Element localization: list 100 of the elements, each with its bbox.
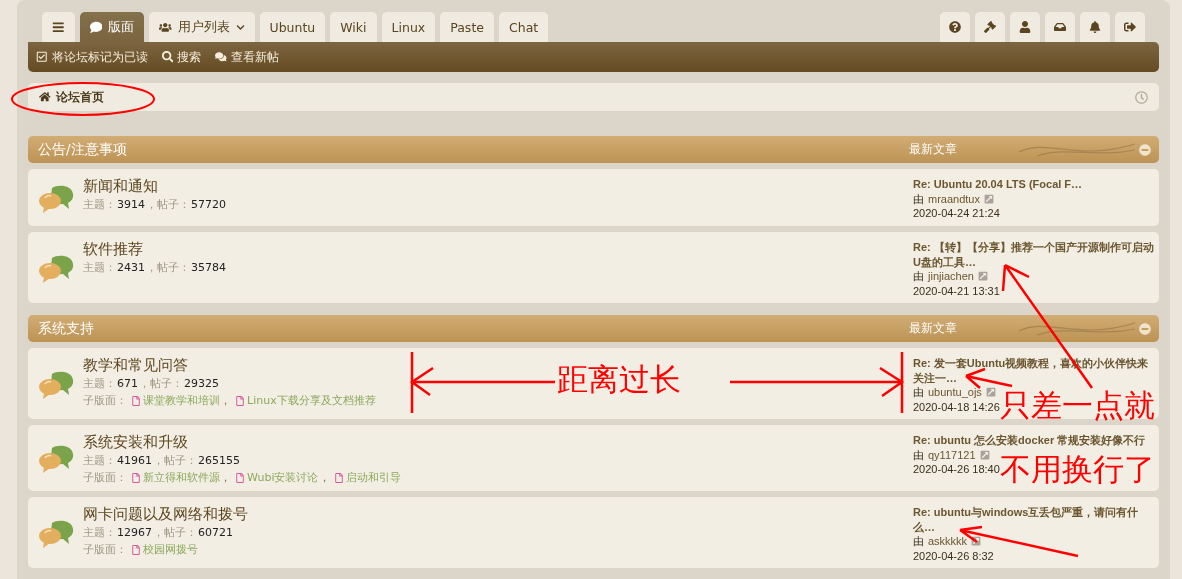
subforums-label: 子版面： — [83, 542, 127, 558]
topics-label: 主题： — [83, 260, 116, 276]
quick-link[interactable]: 将论坛标记为已读 — [36, 49, 148, 65]
by-label: 由 — [913, 385, 924, 400]
author-link[interactable]: jinjiachen — [928, 269, 974, 284]
forum-title[interactable]: 新闻和通知 — [83, 176, 158, 196]
logout-button[interactable] — [1115, 12, 1145, 42]
file-icon — [235, 395, 245, 406]
column-heading: 最新文章 — [909, 141, 957, 158]
by-label: 由 — [913, 191, 924, 206]
clock-icon — [1135, 90, 1148, 104]
by-label: 由 — [913, 447, 924, 462]
posts-count: 57720 — [191, 197, 226, 213]
posts-count: 60721 — [198, 525, 233, 541]
last-post-title[interactable]: Re: ubuntu与windows互丢包严重，请问有什么… — [913, 505, 1159, 534]
forum-title[interactable]: 网卡问题以及网络和拨号 — [83, 504, 248, 524]
post-time: 2020-04-24 21:24 — [913, 206, 1000, 221]
nav-tab[interactable]: 用户列表 — [149, 12, 255, 42]
bell-icon — [1089, 21, 1101, 33]
speech-bubbles-icon — [37, 370, 74, 399]
search-icon — [161, 51, 173, 63]
topics-count: 2431 — [117, 260, 145, 276]
nav-tab[interactable]: Paste — [440, 12, 494, 42]
user-button[interactable] — [1010, 12, 1040, 42]
last-post-title[interactable]: Re: Ubuntu 20.04 LTS (Focal F… — [913, 177, 1159, 192]
posts-count: 265155 — [198, 453, 240, 469]
speech-bubbles-icon — [37, 254, 74, 283]
author-link[interactable]: qy117121 — [928, 447, 976, 462]
posts-count: 35784 — [191, 260, 226, 276]
annotation-text: 只差一点就 — [1000, 390, 1155, 421]
forum-title[interactable]: 系统安装和升级 — [83, 432, 188, 452]
posts-count: 29325 — [184, 376, 219, 392]
topics-count: 3914 — [117, 197, 145, 213]
topics-label: 主题： — [83, 525, 116, 541]
nav-tab[interactable]: 版面 — [79, 12, 144, 42]
subforums-label: 子版面： — [83, 393, 127, 409]
gavel-button[interactable] — [975, 12, 1005, 42]
topics-count: 12967 — [117, 525, 152, 541]
user-icon — [1019, 21, 1031, 33]
last-post-title[interactable]: Re: 【转】【分享】推荐一个国产开源制作可启动U盘的工具… — [913, 240, 1159, 269]
topics-label: 主题： — [83, 453, 116, 469]
quick-link[interactable]: 查看新帖 — [215, 49, 279, 65]
column-heading: 最新文章 — [909, 320, 957, 337]
author-link[interactable]: askkkkk — [928, 534, 968, 549]
quick-link[interactable]: 搜索 — [161, 49, 201, 65]
topics-count: 671 — [117, 376, 138, 392]
help-icon — [949, 21, 961, 33]
separator: ， — [318, 470, 330, 486]
logout-icon — [1124, 21, 1136, 33]
file-icon — [333, 472, 344, 483]
nav-tab[interactable]: Linux — [381, 12, 436, 42]
last-post-title[interactable]: Re: ubuntu 怎么安装docker 常规安装好像不行 — [913, 433, 1159, 448]
topics-label: 主题： — [83, 197, 116, 213]
post-time: 2020-04-18 14:26 — [913, 400, 1000, 413]
speech-bubbles-icon — [37, 184, 74, 213]
breadcrumb-link[interactable]: 论坛首页 — [39, 89, 104, 105]
speech-bubbles-icon — [37, 519, 74, 548]
menu-icon — [52, 20, 65, 34]
menu-button[interactable] — [42, 12, 75, 42]
post-time: 2020-04-26 18:40 — [913, 463, 1000, 475]
file-icon — [131, 472, 141, 483]
post-time: 2020-04-26 8:32 — [913, 548, 994, 563]
file-icon — [131, 544, 141, 555]
caret-icon — [235, 22, 245, 32]
separator: ， — [220, 470, 231, 486]
comments-icon — [215, 51, 227, 63]
help-button[interactable] — [940, 12, 970, 42]
notifications-button[interactable] — [1080, 12, 1110, 42]
nav-tab[interactable]: Wiki — [330, 12, 377, 42]
goto-post-icon[interactable] — [971, 536, 982, 547]
checkbox-icon — [36, 51, 48, 63]
inbox-icon — [1054, 21, 1066, 33]
forum-title[interactable]: 教学和常见问答 — [83, 355, 188, 375]
posts-label: ，帖子： — [146, 260, 190, 276]
file-icon — [235, 472, 245, 483]
annotation-text: 不用换行了 — [1000, 454, 1155, 485]
author-link[interactable]: mraandtux — [928, 191, 980, 206]
separator: ， — [220, 393, 231, 409]
subforums-label: 子版面： — [83, 470, 127, 486]
nav-tab[interactable]: Ubuntu — [259, 12, 326, 42]
author-link[interactable]: ubuntu_ojs — [928, 385, 982, 400]
speech-bubbles-icon — [37, 445, 74, 473]
post-time: 2020-04-21 13:31 — [913, 283, 1000, 298]
inbox-button[interactable] — [1045, 12, 1075, 42]
forum-title[interactable]: 软件推荐 — [83, 239, 143, 259]
annotation-text: 距离过长 — [557, 364, 681, 395]
nav-tab[interactable]: Chat — [499, 12, 549, 42]
posts-label: ，帖子： — [146, 197, 190, 213]
posts-label: ，帖子： — [153, 453, 197, 469]
home-icon — [39, 91, 51, 103]
topics-count: 41961 — [117, 453, 152, 469]
by-label: 由 — [913, 269, 924, 284]
posts-label: ，帖子： — [139, 376, 183, 392]
file-icon — [131, 395, 141, 406]
gavel-icon — [984, 21, 996, 33]
posts-label: ，帖子： — [153, 525, 197, 541]
users-icon — [159, 20, 172, 34]
by-label: 由 — [913, 534, 924, 549]
topics-label: 主题： — [83, 376, 116, 392]
speech-bubble-icon — [89, 20, 102, 34]
